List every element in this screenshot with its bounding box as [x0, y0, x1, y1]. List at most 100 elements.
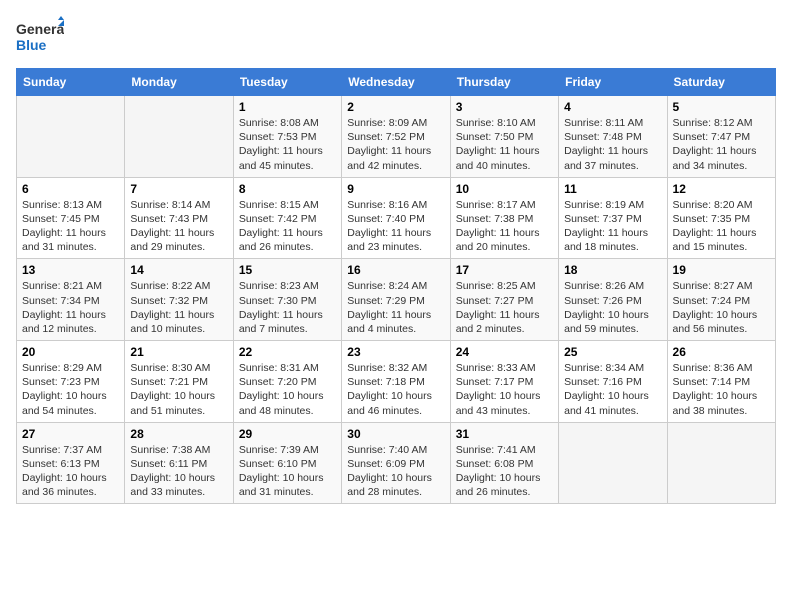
day-number: 20 [22, 345, 119, 359]
day-info: Sunrise: 8:34 AM Sunset: 7:16 PM Dayligh… [564, 361, 661, 418]
calendar-cell: 10 Sunrise: 8:17 AM Sunset: 7:38 PM Dayli… [450, 177, 558, 259]
calendar-cell: 17Sunrise: 8:25 AM Sunset: 7:27 PM Dayli… [450, 259, 558, 341]
calendar-cell: 28Sunrise: 7:38 AM Sunset: 6:11 PM Dayli… [125, 422, 233, 504]
calendar-cell: 20 Sunrise: 8:29 AM Sunset: 7:23 PM Dayli… [17, 341, 125, 423]
day-number: 10 [456, 182, 553, 196]
day-number: 12 [673, 182, 770, 196]
page-header: General Blue [16, 16, 776, 60]
day-info: Sunrise: 8:23 AM Sunset: 7:30 PM Dayligh… [239, 279, 336, 336]
day-info: Sunrise: 8:27 AM Sunset: 7:24 PM Dayligh… [673, 279, 770, 336]
day-info: Sunrise: 8:22 AM Sunset: 7:32 PM Dayligh… [130, 279, 227, 336]
calendar-cell [17, 96, 125, 178]
day-number: 11 [564, 182, 661, 196]
calendar-header-thursday: Thursday [450, 69, 558, 96]
day-number: 26 [673, 345, 770, 359]
calendar-cell: 1 Sunrise: 8:08 AM Sunset: 7:53 PM Daylig… [233, 96, 341, 178]
calendar-week-1: 1 Sunrise: 8:08 AM Sunset: 7:53 PM Daylig… [17, 96, 776, 178]
calendar-cell: 31 Sunrise: 7:41 AM Sunset: 6:08 PM Dayli… [450, 422, 558, 504]
day-info: Sunrise: 8:09 AM Sunset: 7:52 PM Dayligh… [347, 116, 444, 173]
calendar-cell [559, 422, 667, 504]
day-info: Sunrise: 8:08 AM Sunset: 7:53 PM Dayligh… [239, 116, 336, 173]
calendar-cell: 22 Sunrise: 8:31 AM Sunset: 7:20 PM Dayli… [233, 341, 341, 423]
calendar-cell [125, 96, 233, 178]
svg-text:General: General [16, 21, 64, 37]
calendar-header-saturday: Saturday [667, 69, 775, 96]
day-number: 19 [673, 263, 770, 277]
calendar-header-row: SundayMondayTuesdayWednesdayThursdayFrid… [17, 69, 776, 96]
day-info: Sunrise: 8:36 AM Sunset: 7:14 PM Dayligh… [673, 361, 770, 418]
calendar-cell: 27 Sunrise: 7:37 AM Sunset: 6:13 PM Dayli… [17, 422, 125, 504]
day-number: 8 [239, 182, 336, 196]
day-info: Sunrise: 8:31 AM Sunset: 7:20 PM Dayligh… [239, 361, 336, 418]
calendar-cell: 15 Sunrise: 8:23 AM Sunset: 7:30 PM Dayli… [233, 259, 341, 341]
day-info: Sunrise: 8:15 AM Sunset: 7:42 PM Dayligh… [239, 198, 336, 255]
logo: General Blue [16, 16, 64, 60]
day-number: 4 [564, 100, 661, 114]
day-number: 15 [239, 263, 336, 277]
calendar-header-monday: Monday [125, 69, 233, 96]
calendar-cell: 30 Sunrise: 7:40 AM Sunset: 6:09 PM Dayli… [342, 422, 450, 504]
calendar-table: SundayMondayTuesdayWednesdayThursdayFrid… [16, 68, 776, 504]
day-number: 7 [130, 182, 227, 196]
calendar-cell: 2 Sunrise: 8:09 AM Sunset: 7:52 PM Daylig… [342, 96, 450, 178]
calendar-cell: 12 Sunrise: 8:20 AM Sunset: 7:35 PM Dayli… [667, 177, 775, 259]
day-info: Sunrise: 7:41 AM Sunset: 6:08 PM Dayligh… [456, 443, 553, 500]
day-info: Sunrise: 8:17 AM Sunset: 7:38 PM Dayligh… [456, 198, 553, 255]
calendar-header-wednesday: Wednesday [342, 69, 450, 96]
day-info: Sunrise: 8:16 AM Sunset: 7:40 PM Dayligh… [347, 198, 444, 255]
calendar-header-friday: Friday [559, 69, 667, 96]
day-number: 29 [239, 427, 336, 441]
calendar-cell: 7 Sunrise: 8:14 AM Sunset: 7:43 PM Daylig… [125, 177, 233, 259]
day-info: Sunrise: 8:14 AM Sunset: 7:43 PM Dayligh… [130, 198, 227, 255]
day-number: 13 [22, 263, 119, 277]
day-info: Sunrise: 8:10 AM Sunset: 7:50 PM Dayligh… [456, 116, 553, 173]
calendar-cell: 5 Sunrise: 8:12 AM Sunset: 7:47 PM Daylig… [667, 96, 775, 178]
day-number: 16 [347, 263, 444, 277]
day-info: Sunrise: 8:11 AM Sunset: 7:48 PM Dayligh… [564, 116, 661, 173]
calendar-cell: 19 Sunrise: 8:27 AM Sunset: 7:24 PM Dayli… [667, 259, 775, 341]
day-info: Sunrise: 7:40 AM Sunset: 6:09 PM Dayligh… [347, 443, 444, 500]
day-number: 18 [564, 263, 661, 277]
calendar-cell: 13 Sunrise: 8:21 AM Sunset: 7:34 PM Dayli… [17, 259, 125, 341]
logo-svg: General Blue [16, 16, 64, 60]
day-number: 3 [456, 100, 553, 114]
day-info: Sunrise: 8:32 AM Sunset: 7:18 PM Dayligh… [347, 361, 444, 418]
calendar-week-4: 20 Sunrise: 8:29 AM Sunset: 7:23 PM Dayli… [17, 341, 776, 423]
day-number: 5 [673, 100, 770, 114]
day-number: 1 [239, 100, 336, 114]
day-info: Sunrise: 8:29 AM Sunset: 7:23 PM Dayligh… [22, 361, 119, 418]
day-info: Sunrise: 8:13 AM Sunset: 7:45 PM Dayligh… [22, 198, 119, 255]
day-number: 24 [456, 345, 553, 359]
calendar-cell: 8 Sunrise: 8:15 AM Sunset: 7:42 PM Daylig… [233, 177, 341, 259]
day-number: 14 [130, 263, 227, 277]
calendar-cell: 18Sunrise: 8:26 AM Sunset: 7:26 PM Dayli… [559, 259, 667, 341]
day-number: 17 [456, 263, 553, 277]
calendar-cell: 14 Sunrise: 8:22 AM Sunset: 7:32 PM Dayli… [125, 259, 233, 341]
day-number: 22 [239, 345, 336, 359]
day-number: 25 [564, 345, 661, 359]
calendar-cell: 26 Sunrise: 8:36 AM Sunset: 7:14 PM Dayli… [667, 341, 775, 423]
day-number: 2 [347, 100, 444, 114]
calendar-week-3: 13 Sunrise: 8:21 AM Sunset: 7:34 PM Dayli… [17, 259, 776, 341]
calendar-cell: 9 Sunrise: 8:16 AM Sunset: 7:40 PM Daylig… [342, 177, 450, 259]
calendar-week-2: 6 Sunrise: 8:13 AM Sunset: 7:45 PM Daylig… [17, 177, 776, 259]
calendar-cell: 4 Sunrise: 8:11 AM Sunset: 7:48 PM Daylig… [559, 96, 667, 178]
day-number: 9 [347, 182, 444, 196]
day-info: Sunrise: 8:33 AM Sunset: 7:17 PM Dayligh… [456, 361, 553, 418]
calendar-cell: 23Sunrise: 8:32 AM Sunset: 7:18 PM Dayli… [342, 341, 450, 423]
day-number: 27 [22, 427, 119, 441]
day-info: Sunrise: 8:30 AM Sunset: 7:21 PM Dayligh… [130, 361, 227, 418]
day-info: Sunrise: 8:12 AM Sunset: 7:47 PM Dayligh… [673, 116, 770, 173]
calendar-cell: 24 Sunrise: 8:33 AM Sunset: 7:17 PM Dayli… [450, 341, 558, 423]
day-number: 30 [347, 427, 444, 441]
day-info: Sunrise: 8:20 AM Sunset: 7:35 PM Dayligh… [673, 198, 770, 255]
day-info: Sunrise: 7:37 AM Sunset: 6:13 PM Dayligh… [22, 443, 119, 500]
day-info: Sunrise: 8:21 AM Sunset: 7:34 PM Dayligh… [22, 279, 119, 336]
day-number: 6 [22, 182, 119, 196]
calendar-cell: 21Sunrise: 8:30 AM Sunset: 7:21 PM Dayli… [125, 341, 233, 423]
svg-text:Blue: Blue [16, 37, 47, 53]
calendar-cell: 11Sunrise: 8:19 AM Sunset: 7:37 PM Dayli… [559, 177, 667, 259]
day-number: 31 [456, 427, 553, 441]
day-info: Sunrise: 8:24 AM Sunset: 7:29 PM Dayligh… [347, 279, 444, 336]
day-number: 28 [130, 427, 227, 441]
